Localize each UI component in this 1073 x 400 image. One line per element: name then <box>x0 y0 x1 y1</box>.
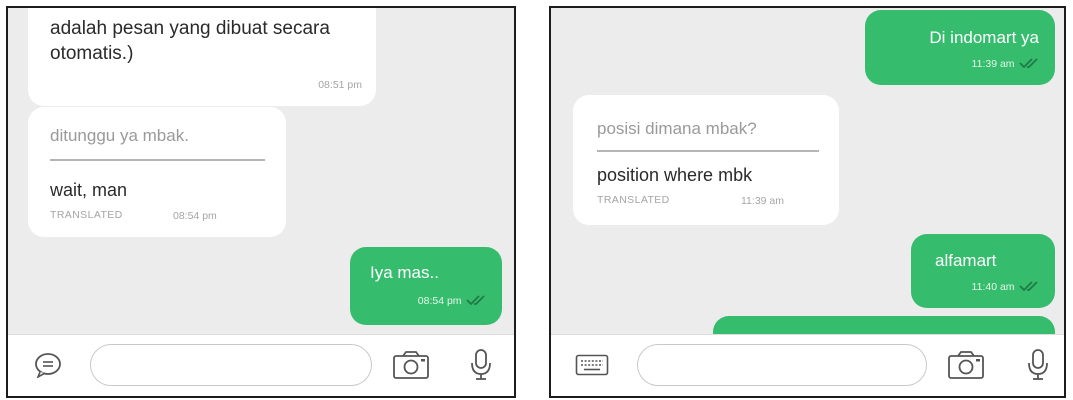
message-text: Iya mas.. <box>370 263 439 282</box>
message-input[interactable] <box>637 344 927 386</box>
message-list[interactable]: adalah pesan yang dibuat secara otomatis… <box>8 8 514 334</box>
translated-label: TRANSLATED <box>597 194 670 206</box>
translated-message[interactable]: ditunggu ya mbak. wait, man TRANSLATED 0… <box>28 107 286 237</box>
chat-screenshot-right: Di indomart ya 11:39 am posisi dimana mb… <box>549 6 1066 398</box>
message-time: 08:54 pm <box>173 210 217 222</box>
translation-divider <box>50 159 265 161</box>
message-meta: 11:40 am <box>972 277 1041 295</box>
message-time: 08:54 pm <box>417 295 462 307</box>
original-text: posisi dimana mbak? <box>597 119 757 138</box>
translated-text: wait, man <box>50 180 128 200</box>
translated-text: position where mbk <box>597 165 753 185</box>
message-text: alfamart <box>935 251 997 270</box>
chat-screenshot-left: adalah pesan yang dibuat secara otomatis… <box>6 6 516 398</box>
keyboard-icon[interactable] <box>575 354 609 376</box>
message-icon[interactable] <box>34 352 62 378</box>
translation-divider <box>597 150 819 152</box>
message-time: 11:40 am <box>971 281 1015 293</box>
message-text: adalah pesan yang dibuat secara otomatis… <box>50 18 330 64</box>
translated-message[interactable]: posisi dimana mbak? position where mbk T… <box>573 95 839 225</box>
message-meta: 08:54 pm <box>418 291 488 309</box>
message-time: 08:51 pm <box>318 79 362 91</box>
message-input-bar <box>8 334 514 396</box>
double-check-icon <box>1019 281 1038 292</box>
outgoing-message[interactable]: alfamart 11:40 am <box>911 234 1055 308</box>
outgoing-message[interactable]: Iya mas.. 08:54 pm <box>350 247 502 325</box>
outgoing-message[interactable]: Di indomart ya 11:39 am <box>865 10 1055 85</box>
double-check-icon <box>1019 58 1038 69</box>
message-list[interactable]: Di indomart ya 11:39 am posisi dimana mb… <box>551 8 1064 334</box>
microphone-icon[interactable] <box>1026 348 1050 382</box>
camera-icon[interactable] <box>947 350 985 380</box>
original-text: ditunggu ya mbak. <box>50 126 189 145</box>
microphone-icon[interactable] <box>469 348 493 382</box>
message-time: 11:39 am <box>971 58 1015 70</box>
message-text: Di indomart ya <box>929 28 1039 47</box>
double-check-icon <box>466 295 485 306</box>
camera-icon[interactable] <box>392 350 430 380</box>
incoming-message[interactable]: adalah pesan yang dibuat secara otomatis… <box>28 8 376 106</box>
message-input[interactable] <box>90 344 372 386</box>
translated-label: TRANSLATED <box>50 209 123 221</box>
message-time: 11:39 am <box>741 195 784 207</box>
message-meta: 11:39 am <box>972 54 1041 72</box>
message-input-bar <box>551 334 1064 396</box>
outgoing-message[interactable] <box>713 316 1055 334</box>
